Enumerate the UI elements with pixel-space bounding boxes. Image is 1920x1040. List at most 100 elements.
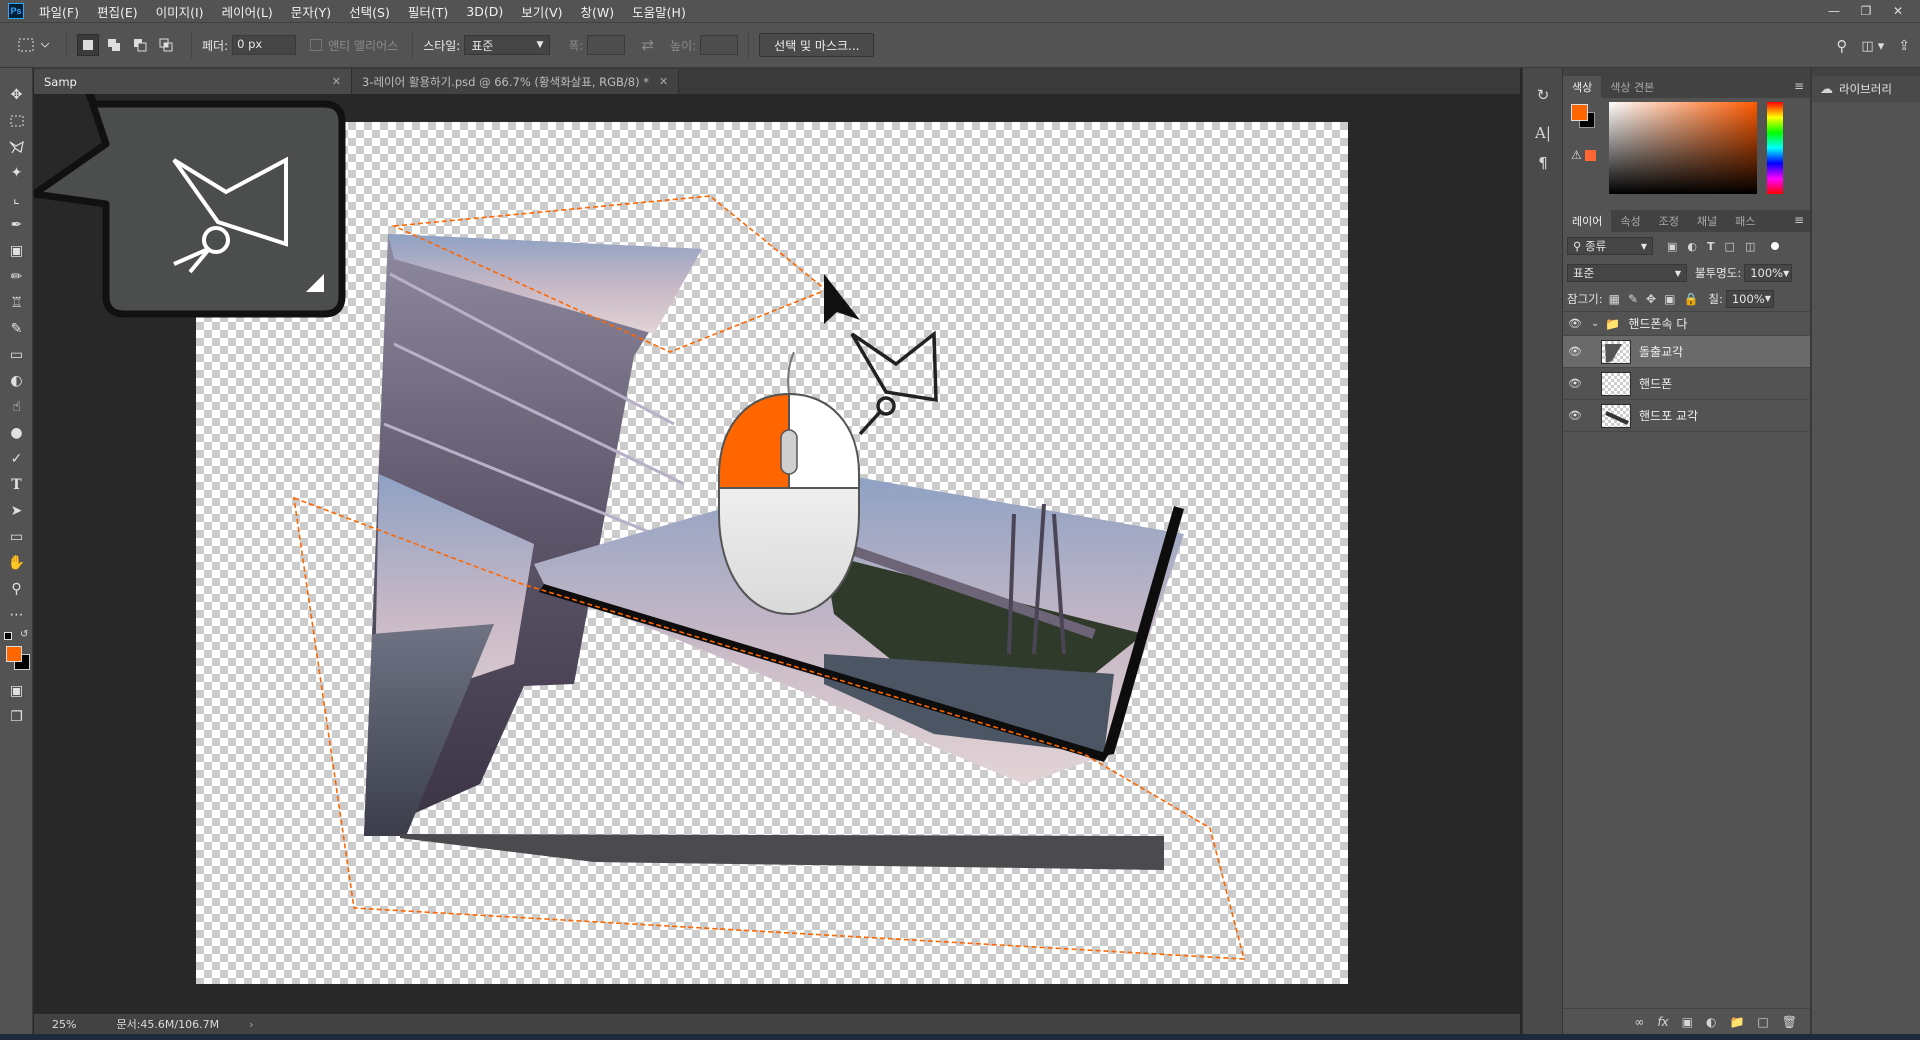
chevron-down-icon[interactable]: ⌄: [1591, 318, 1599, 329]
move-tool-icon[interactable]: ✥: [0, 82, 33, 108]
menu-filter[interactable]: 필터(T): [399, 2, 457, 21]
brush-tool-icon[interactable]: ✏: [0, 264, 33, 290]
width-input[interactable]: [587, 35, 626, 55]
shape-tool-icon[interactable]: ▭: [0, 524, 33, 550]
hand-tool-icon[interactable]: ✋: [0, 550, 33, 576]
tab-layers[interactable]: 레이어: [1563, 210, 1612, 232]
path-select-icon[interactable]: ➤: [0, 498, 33, 524]
filter-adjustment-icon[interactable]: ◐: [1687, 240, 1697, 253]
menu-edit[interactable]: 편집(E): [88, 2, 147, 21]
screen-mode-icon[interactable]: ❐: [0, 704, 33, 730]
libraries-tab[interactable]: ☁ 라이브러리: [1812, 76, 1920, 102]
color-spectrum-field[interactable]: [1609, 102, 1757, 194]
layer-style-icon[interactable]: fx: [1657, 1015, 1668, 1029]
menu-view[interactable]: 보기(V): [512, 2, 571, 21]
minimize-icon[interactable]: —: [1818, 0, 1850, 22]
zoom-tool-icon[interactable]: ⚲: [0, 576, 33, 602]
new-layer-icon[interactable]: □: [1757, 1015, 1768, 1029]
lock-transparent-icon[interactable]: ▦: [1609, 292, 1620, 306]
lasso-tool-icon[interactable]: [0, 134, 33, 160]
foreground-color-swatch[interactable]: [6, 646, 22, 662]
close-icon[interactable]: ✕: [1882, 0, 1914, 22]
hue-slider[interactable]: [1767, 102, 1783, 194]
tab-color[interactable]: 색상: [1563, 76, 1602, 98]
select-and-mask-button[interactable]: 선택 및 마스크...: [759, 33, 875, 57]
zoom-level[interactable]: 25%: [52, 1018, 76, 1031]
new-group-icon[interactable]: 📁: [1729, 1015, 1744, 1029]
blend-mode-select[interactable]: 표준 ▼: [1567, 264, 1687, 282]
default-colors-icon[interactable]: [4, 632, 12, 640]
delete-layer-icon[interactable]: 🗑: [1782, 1015, 1797, 1029]
filter-pixel-icon[interactable]: ▣: [1667, 240, 1677, 253]
smudge-tool-icon[interactable]: ☝: [0, 394, 33, 420]
lock-all-icon[interactable]: 🔒: [1683, 292, 1698, 306]
style-select[interactable]: 표준 ▼: [464, 35, 551, 55]
canvas-area[interactable]: [34, 94, 1520, 1014]
add-selection-button[interactable]: [103, 34, 125, 56]
opacity-input[interactable]: 100% ▼: [1744, 264, 1793, 282]
menu-help[interactable]: 도움말(H): [623, 2, 695, 21]
history-brush-icon[interactable]: ✎: [0, 316, 33, 342]
panel-menu-icon[interactable]: ≡: [1794, 213, 1804, 227]
visibility-eye-icon[interactable]: 👁: [1563, 409, 1587, 422]
tab-sample-document[interactable]: Samp ✕: [34, 69, 352, 94]
layer-row[interactable]: 👁 핸드포 교각: [1563, 400, 1810, 432]
tab-swatches[interactable]: 색상 견본: [1601, 76, 1663, 98]
restore-icon[interactable]: ❐: [1850, 0, 1882, 22]
visibility-eye-icon[interactable]: 👁: [1563, 377, 1587, 390]
warning-icon[interactable]: ⚠: [1571, 148, 1582, 162]
menu-image[interactable]: 이미지(I): [147, 2, 213, 21]
panel-menu-icon[interactable]: ≡: [1794, 79, 1804, 93]
tab-layer-document[interactable]: 3-레이어 활용하기.psd @ 66.7% (황색화살표, RGB/8) * …: [352, 69, 680, 94]
gamut-swatch[interactable]: [1585, 150, 1596, 161]
link-layers-icon[interactable]: ∞: [1634, 1015, 1644, 1029]
history-icon[interactable]: ↻: [1523, 80, 1563, 110]
frame-tool-icon[interactable]: ▣: [0, 238, 33, 264]
lock-position-icon[interactable]: ✥: [1646, 292, 1656, 306]
filter-shape-icon[interactable]: □: [1725, 240, 1735, 253]
more-tools-icon[interactable]: ⋯: [0, 602, 33, 628]
layer-filter-select[interactable]: ⚲ 종류 ▼: [1567, 237, 1653, 255]
filter-type-icon[interactable]: T: [1707, 240, 1715, 253]
tab-channels[interactable]: 채널: [1688, 210, 1726, 232]
lock-artboard-icon[interactable]: ▣: [1664, 292, 1675, 306]
visibility-eye-icon[interactable]: 👁: [1563, 317, 1587, 330]
add-mask-icon[interactable]: ▣: [1682, 1015, 1693, 1029]
visibility-eye-icon[interactable]: 👁: [1563, 345, 1587, 358]
menu-window[interactable]: 창(W): [572, 2, 624, 21]
filter-smart-icon[interactable]: ◫: [1745, 240, 1755, 253]
subtract-selection-button[interactable]: [129, 34, 151, 56]
antialias-checkbox[interactable]: [310, 39, 323, 51]
tab-adjustments[interactable]: 조정: [1650, 210, 1688, 232]
stamp-tool-icon[interactable]: ♖: [0, 290, 33, 316]
workspace-icon[interactable]: ◫ ▾: [1861, 39, 1884, 54]
chevron-right-icon[interactable]: ›: [249, 1018, 253, 1031]
paint-bucket-icon[interactable]: ◐: [0, 368, 33, 394]
panel-foreground-swatch[interactable]: [1571, 104, 1588, 121]
swap-colors-icon[interactable]: ↺: [20, 629, 28, 640]
tab-paths[interactable]: 패스: [1726, 210, 1764, 232]
height-input[interactable]: [700, 35, 739, 55]
tool-preset-picker[interactable]: [12, 30, 56, 60]
share-icon[interactable]: ⇪: [1898, 38, 1910, 54]
paragraph-panel-icon[interactable]: ¶: [1523, 148, 1563, 178]
feather-input[interactable]: 0 px: [232, 35, 297, 55]
eyedropper-icon[interactable]: ✒: [0, 212, 33, 238]
new-selection-button[interactable]: [77, 34, 99, 56]
tab-properties[interactable]: 속성: [1611, 210, 1649, 232]
fill-input[interactable]: 100% ▼: [1725, 289, 1774, 308]
character-panel-icon[interactable]: A|: [1523, 118, 1563, 148]
quick-mask-icon[interactable]: ▣: [0, 678, 33, 704]
lock-paint-icon[interactable]: ✎: [1628, 292, 1638, 306]
layer-row[interactable]: 👁 핸드폰: [1563, 368, 1810, 400]
menu-file[interactable]: 파일(F): [30, 2, 88, 21]
menu-type[interactable]: 문자(Y): [282, 2, 340, 21]
marquee-tool-icon[interactable]: [0, 108, 33, 134]
close-icon[interactable]: ✕: [332, 75, 341, 88]
search-icon[interactable]: ⚲: [1836, 37, 1847, 55]
adjustment-layer-icon[interactable]: ◐: [1706, 1015, 1716, 1029]
type-tool-icon[interactable]: T: [0, 472, 33, 498]
crop-tool-icon[interactable]: ⌞: [0, 186, 33, 212]
menu-layer[interactable]: 레이어(L): [213, 2, 282, 21]
layer-group-row[interactable]: 👁 ⌄ 📁 핸드폰속 다: [1563, 312, 1810, 336]
